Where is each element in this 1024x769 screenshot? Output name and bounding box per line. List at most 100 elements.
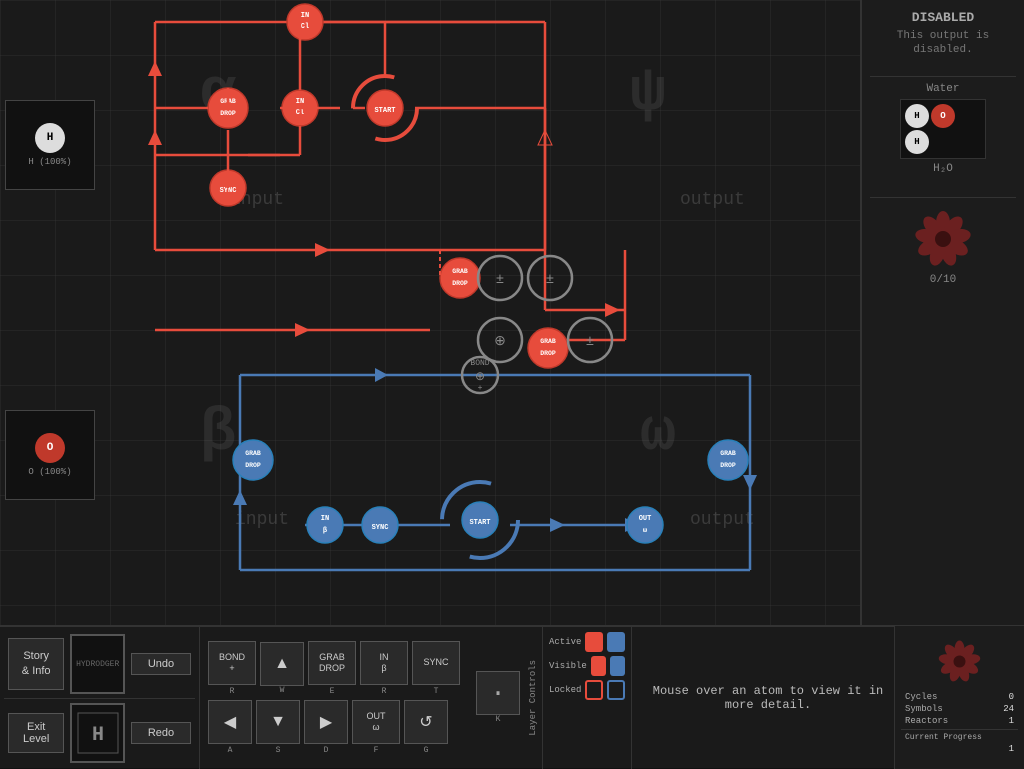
toolbar-left: Story & Info HYDRODGER Undo Exit Level H… [0, 626, 200, 769]
toolbar-left-bottom: Exit Level H Redo [4, 698, 195, 767]
svg-text:BOND: BOND [470, 359, 489, 368]
layer-visible-blue[interactable] [610, 656, 625, 676]
layer-controls: Active Visible Locked [542, 626, 632, 769]
mol-h2: H [905, 130, 929, 154]
svg-text:GRAB: GRAB [720, 450, 736, 457]
bond-plus-button[interactable]: BOND + [208, 641, 256, 685]
disabled-label: DISABLED [870, 10, 1016, 25]
mol-o: O [931, 104, 955, 128]
hydrodger-box: HYDRODGER [70, 634, 125, 694]
layer-active-label: Active [549, 637, 581, 647]
exit-level-button[interactable]: Exit Level [8, 713, 64, 753]
svg-text:GRAB: GRAB [540, 338, 556, 345]
arrow-left-button[interactable]: ◀ [208, 700, 252, 744]
layer-active-row: Active [549, 632, 625, 652]
current-progress-val-row: 1 [901, 743, 1018, 755]
water-section: Water H O H H₂O [870, 83, 1016, 179]
info-area: Mouse over an atom to view it in more de… [642, 626, 894, 769]
arrow-down-button[interactable]: ▼ [256, 700, 300, 744]
layer-active-blue[interactable] [607, 632, 625, 652]
layer-locked-label: Locked [549, 685, 581, 695]
symbols-val: 24 [1003, 704, 1014, 714]
undo-redo: Undo [131, 653, 191, 675]
svg-text:DROP: DROP [540, 350, 556, 357]
svg-text:±: ± [586, 334, 594, 350]
pause-section: ⏸ K [476, 671, 520, 724]
cycles-label: Cycles [905, 692, 937, 702]
grab-drop-button-e[interactable]: GRAB DROP [308, 641, 356, 685]
layer-controls-label: Layer Controls [528, 660, 538, 736]
toolbar-row-2: ◀ A ▼ S ▶ D OUT ω F ↺ G [208, 700, 460, 755]
disabled-text: This output is disabled. [870, 29, 1016, 58]
svg-text:GRAB: GRAB [245, 450, 261, 457]
stats-flower [932, 634, 987, 689]
undo-button[interactable]: Undo [131, 653, 191, 675]
svg-text:+: + [478, 384, 483, 393]
layer-controls-wrapper: Layer Controls Active Visible Locked [528, 626, 642, 769]
info-text: Mouse over an atom to view it in more de… [650, 684, 886, 712]
layer-visible-row: Visible [549, 656, 625, 676]
svg-text:DROP: DROP [245, 462, 261, 469]
redo-col: Redo [131, 722, 191, 744]
mol-h1: H [905, 104, 929, 128]
svg-text:START: START [374, 107, 395, 115]
svg-text:β: β [323, 527, 327, 535]
layer-active-red[interactable] [585, 632, 603, 652]
story-info-button[interactable]: Story & Info [8, 638, 64, 690]
reactors-val: 1 [1009, 716, 1014, 726]
svg-text:START: START [469, 519, 490, 527]
out-omega-button[interactable]: OUT ω [352, 700, 400, 744]
mol-empty3 [957, 130, 981, 154]
arrow-up-button[interactable]: ▲ [260, 642, 304, 686]
layer-visible-red[interactable] [591, 656, 606, 676]
arrow-right-button[interactable]: ▶ [304, 700, 348, 744]
sync-button-t[interactable]: SYNC [412, 641, 460, 685]
bottom-toolbar: Story & Info HYDRODGER Undo Exit Level H… [0, 625, 1024, 768]
pause-button[interactable]: ⏸ [476, 671, 520, 715]
game-area: α input ψ output β input ω output [0, 0, 860, 625]
svg-text:Cl: Cl [301, 23, 309, 31]
circuit-svg: IN Cl GRAB DROP IN Cl START SYNC GRAB DR… [0, 0, 860, 625]
hydrodger-label: HYDRODGER [76, 660, 119, 669]
redo-button[interactable]: Redo [131, 722, 191, 744]
progress-label: 0/10 [930, 274, 956, 286]
water-label: Water [870, 83, 1016, 95]
current-progress-row: Current Progress [901, 732, 1018, 743]
current-progress-val: 1 [1009, 744, 1014, 754]
symbols-label: Symbols [905, 704, 943, 714]
layer-locked-red[interactable] [585, 680, 603, 700]
cycles-row: Cycles 0 [901, 691, 1018, 703]
right-panel: DISABLED This output is disabled. Water … [860, 0, 1024, 625]
toolbar-main: BOND + R ▲ W GRAB DROP E IN [200, 637, 468, 759]
stats-panel: Cycles 0 Symbols 24 Reactors 1 Current P… [894, 626, 1024, 769]
svg-text:IN: IN [301, 12, 309, 20]
svg-text:±: ± [496, 272, 504, 288]
in-beta-button[interactable]: IN β [360, 641, 408, 685]
layer-visible-label: Visible [549, 661, 587, 671]
h2o-label: H₂O [870, 163, 1016, 175]
svg-text:Cl: Cl [296, 109, 304, 117]
svg-text:SYNC: SYNC [220, 187, 237, 195]
svg-text:H: H [92, 724, 104, 747]
toolbar-row-1: BOND + R ▲ W GRAB DROP E IN [208, 641, 460, 696]
svg-text:GRAB: GRAB [452, 268, 468, 275]
reactors-label: Reactors [905, 716, 948, 726]
mol-empty2 [931, 130, 955, 154]
svg-text:IN: IN [321, 515, 329, 523]
reactors-row: Reactors 1 [901, 715, 1018, 727]
svg-text:⊕: ⊕ [475, 370, 485, 384]
svg-text:IN: IN [296, 98, 304, 106]
cycles-val: 0 [1009, 692, 1014, 702]
progress-flower [908, 204, 978, 274]
current-progress-label: Current Progress [905, 733, 982, 742]
molecule-symbol-box: H [70, 703, 125, 763]
disabled-section: DISABLED This output is disabled. [870, 10, 1016, 58]
svg-text:SYNC: SYNC [372, 524, 389, 532]
layer-locked-blue[interactable] [607, 680, 625, 700]
rotate-button[interactable]: ↺ [404, 700, 448, 744]
toolbar-left-top: Story & Info HYDRODGER Undo [4, 630, 195, 698]
mol-empty1 [957, 104, 981, 128]
svg-text:OUT: OUT [639, 515, 652, 523]
svg-text:±: ± [546, 272, 554, 288]
symbols-row: Symbols 24 [901, 703, 1018, 715]
